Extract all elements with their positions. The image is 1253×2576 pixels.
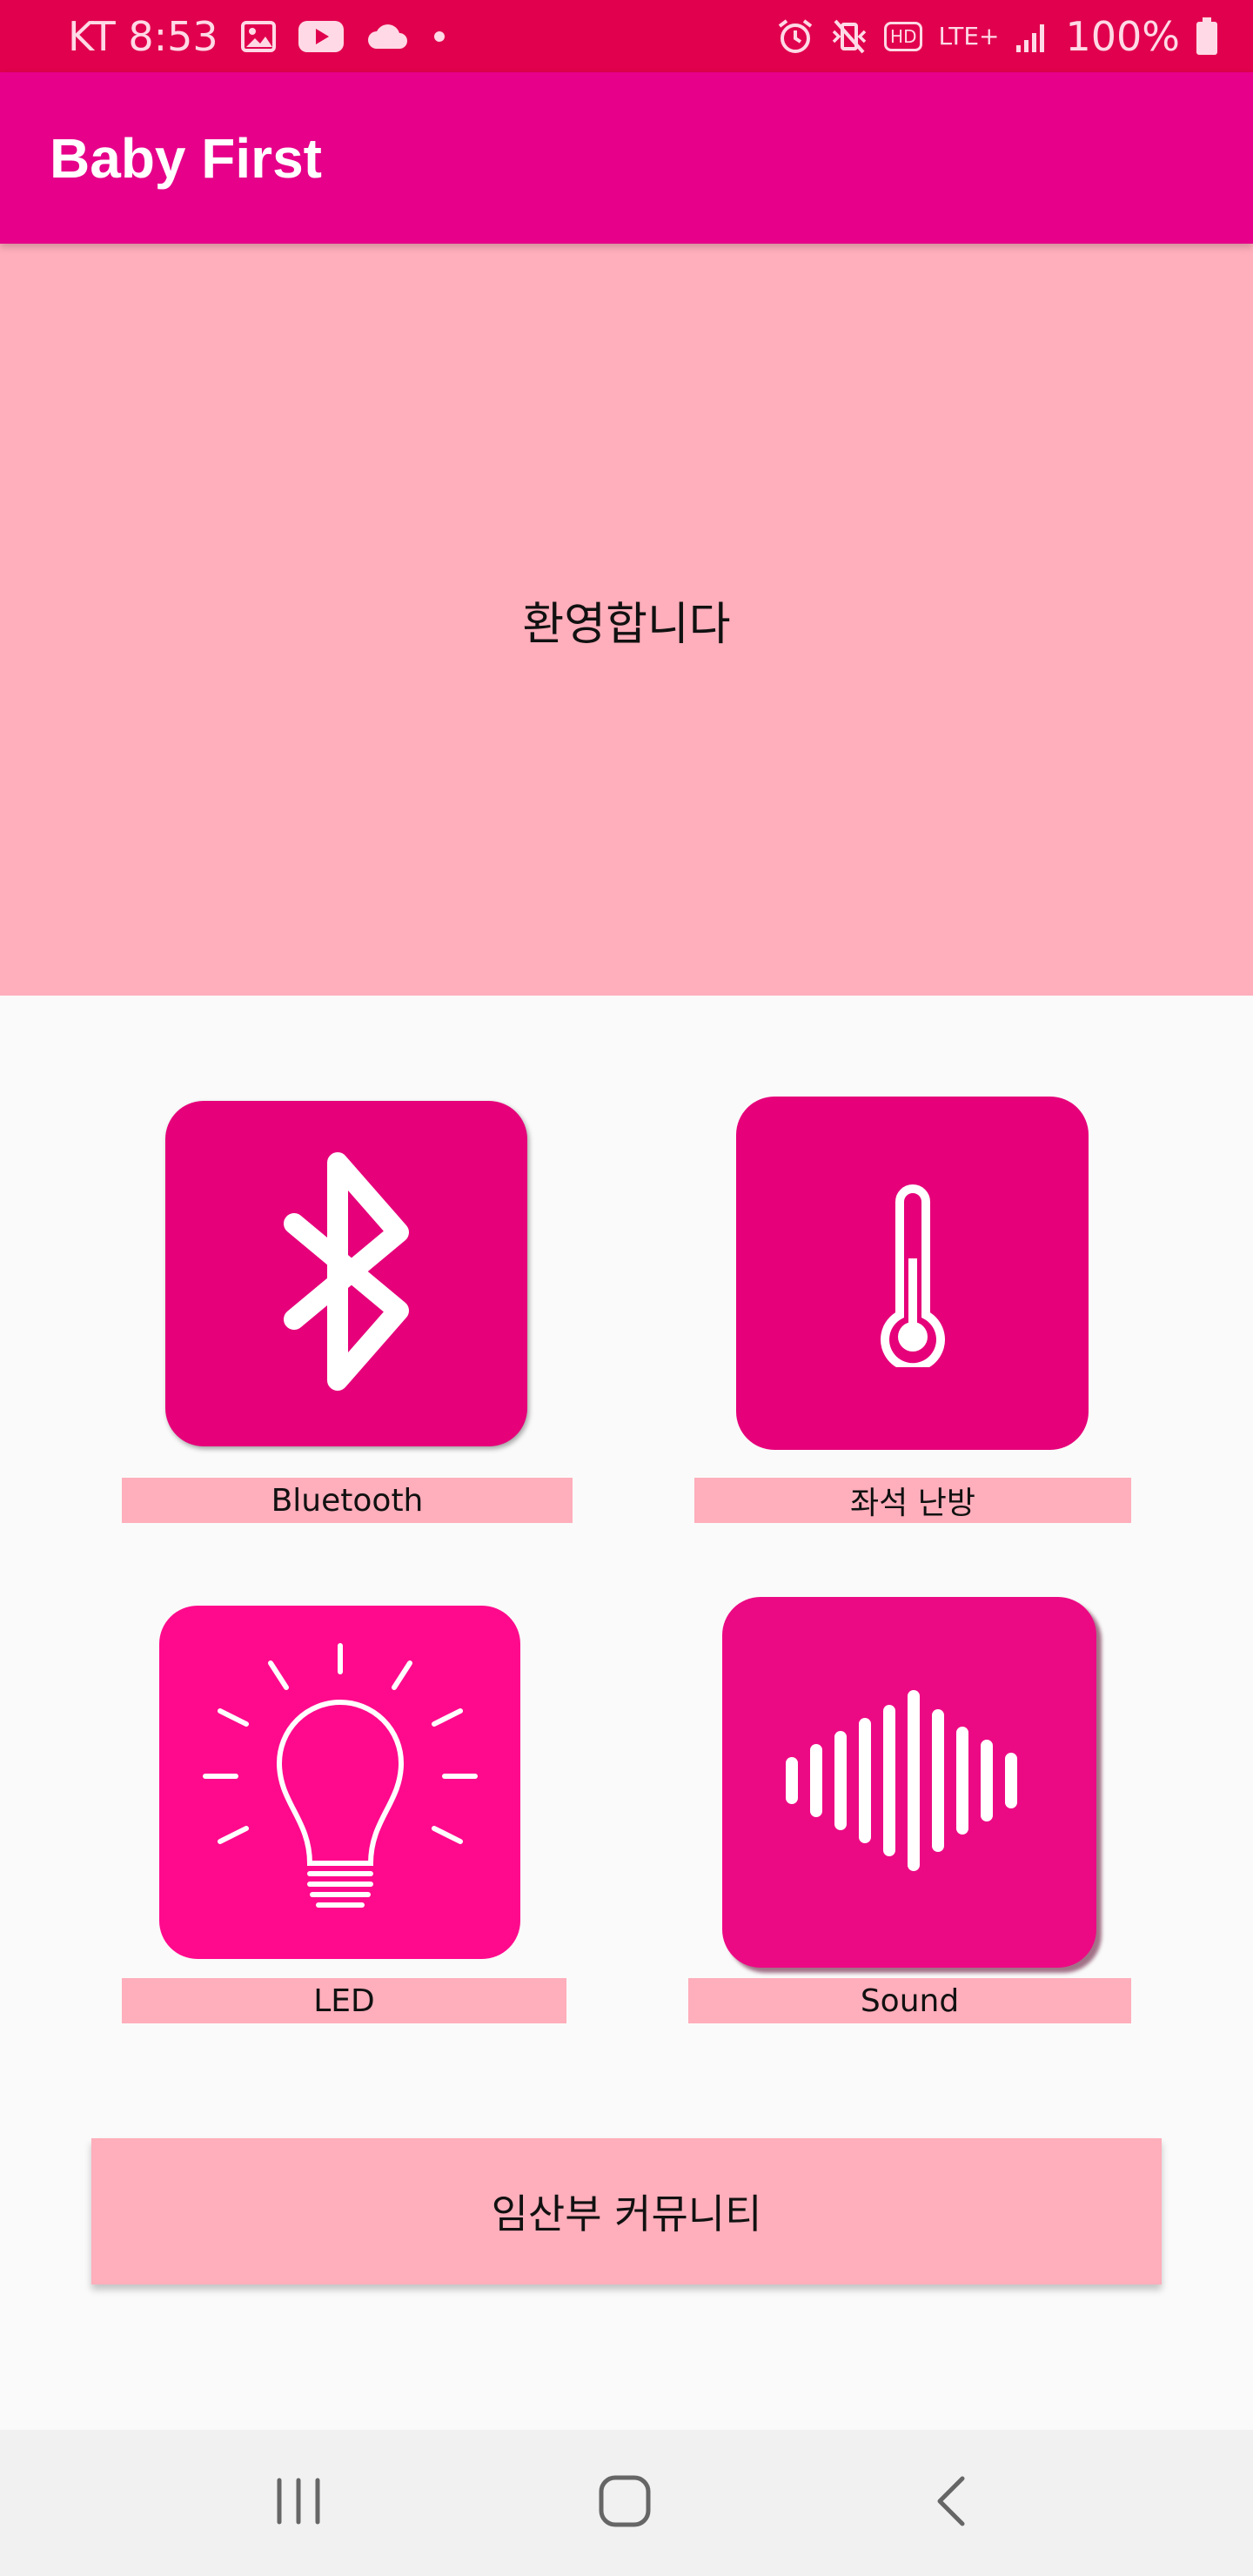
thermometer-icon: [874, 1176, 952, 1372]
home-icon: [598, 2474, 652, 2532]
led-label-text: LED: [313, 1982, 375, 2019]
sound-button[interactable]: [722, 1597, 1096, 1968]
vibrate-icon: [830, 17, 868, 56]
lte-label: LTE+: [938, 22, 1000, 50]
hd-label: HD: [890, 25, 917, 47]
lightbulb-icon: [201, 1637, 479, 1929]
recents-icon: [272, 2477, 325, 2530]
bluetooth-button[interactable]: [165, 1101, 527, 1446]
home-button[interactable]: [538, 2430, 712, 2576]
battery-icon: [1196, 17, 1218, 56]
dot-icon: [431, 28, 448, 45]
youtube-icon: [298, 20, 344, 52]
carrier-time: KT 8:53: [68, 12, 218, 60]
hd-icon: HD: [884, 21, 923, 51]
sound-label: Sound: [688, 1978, 1131, 2023]
alarm-icon: [776, 17, 814, 56]
cloud-icon: [366, 23, 408, 50]
bluetooth-icon: [277, 1145, 416, 1402]
sound-label-text: Sound: [860, 1982, 960, 2019]
back-icon: [933, 2475, 968, 2532]
app-bar: Baby First: [0, 72, 1253, 244]
pregnant-community-button[interactable]: 임산부 커뮤니티: [91, 2138, 1162, 2284]
navigation-bar: [0, 2430, 1253, 2576]
led-button[interactable]: [159, 1606, 520, 1959]
back-button[interactable]: [863, 2430, 1037, 2576]
battery-percent: 100%: [1065, 12, 1180, 60]
welcome-text: 환영합니다: [522, 598, 731, 651]
led-label: LED: [122, 1978, 566, 2023]
signal-icon: [1015, 19, 1049, 54]
welcome-banner: 환영합니다: [0, 244, 1253, 996]
bluetooth-label-text: Bluetooth: [271, 1482, 424, 1519]
bluetooth-label: Bluetooth: [122, 1478, 573, 1523]
lte-icon: LTE+: [938, 22, 999, 50]
seat-heater-label: 좌석 난방: [694, 1478, 1131, 1523]
app-title: Baby First: [50, 126, 322, 190]
status-bar: KT 8:53 HD LTE+ 100%: [0, 0, 1253, 72]
seat-heater-button[interactable]: [736, 1097, 1089, 1450]
seat-heater-label-text: 좌석 난방: [850, 1486, 975, 1521]
community-button-label: 임산부 커뮤니티: [491, 2190, 762, 2237]
image-icon: [240, 20, 276, 52]
sound-wave-icon: [783, 1689, 1035, 1876]
recents-button[interactable]: [211, 2430, 385, 2576]
